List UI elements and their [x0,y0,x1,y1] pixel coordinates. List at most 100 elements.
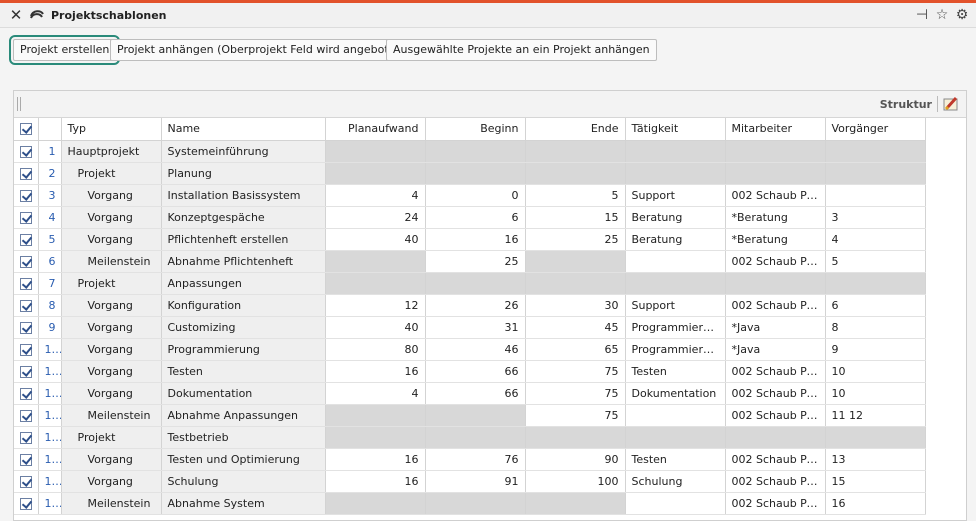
row-vorgaenger[interactable]: 3 [825,206,926,229]
row-select-checkbox[interactable] [14,492,39,515]
row-name[interactable]: Konzeptgespäche [161,206,326,229]
row-planaufwand[interactable] [325,250,426,273]
row-name[interactable]: Testen und Optimierung [161,448,326,471]
table-row[interactable]: 14 Projekt Testbetrieb [14,426,926,449]
attach-selected-projects-button[interactable]: Ausgewählte Projekte an ein Projekt anhä… [386,39,657,61]
row-select-checkbox[interactable] [14,382,39,405]
row-planaufwand[interactable]: 80 [325,338,426,361]
row-mitarbeiter[interactable]: 002 Schaub Peter [725,382,826,405]
row-mitarbeiter[interactable] [725,140,826,163]
table-row[interactable]: 11 Vorgang Testen 16 66 75 Testen 002 Schaub Pe… [14,360,926,383]
row-ende[interactable]: 5 [525,184,626,207]
row-beginn[interactable]: 25 [425,250,526,273]
table-row[interactable]: 16 Vorgang Schulung 16 91 100 Schulung 002 Scha… [14,470,926,493]
table-row[interactable]: 5 Vorgang Pflichtenheft erstellen 40 16 25 Ber… [14,228,926,251]
row-planaufwand[interactable]: 40 [325,316,426,339]
column-header-typ[interactable]: Typ [61,118,162,141]
row-mitarbeiter[interactable]: *Beratung [725,206,826,229]
table-row[interactable]: 1 Hauptprojekt Systemeinführung [14,140,926,163]
row-planaufwand[interactable]: 16 [325,360,426,383]
row-beginn[interactable] [425,272,526,295]
row-number-link[interactable]: 13 [38,404,62,427]
row-select-checkbox[interactable] [14,162,39,185]
row-select-checkbox[interactable] [14,250,39,273]
row-beginn[interactable]: 66 [425,382,526,405]
row-number-link[interactable]: 6 [38,250,62,273]
row-vorgaenger[interactable]: 13 [825,448,926,471]
row-name[interactable]: Konfiguration [161,294,326,317]
row-select-checkbox[interactable] [14,206,39,229]
row-name[interactable]: Testbetrieb [161,426,326,449]
row-vorgaenger[interactable]: 5 [825,250,926,273]
row-select-checkbox[interactable] [14,360,39,383]
row-select-checkbox[interactable] [14,228,39,251]
row-mitarbeiter[interactable]: 002 Schaub Peter [725,360,826,383]
table-row[interactable]: 6 Meilenstein Abnahme Pflichtenheft 25 002 S… [14,250,926,273]
row-planaufwand[interactable] [325,140,426,163]
row-planaufwand[interactable]: 12 [325,294,426,317]
row-name[interactable]: Dokumentation [161,382,326,405]
row-name[interactable]: Planung [161,162,326,185]
pin-icon[interactable]: ⊣ [914,7,930,23]
row-vorgaenger[interactable]: 11 12 [825,404,926,427]
attach-project-button[interactable]: Projekt anhängen (Oberprojekt Feld wird … [110,39,414,61]
row-name[interactable]: Abnahme Pflichtenheft [161,250,326,273]
table-row[interactable]: 8 Vorgang Konfiguration 12 26 30 Support 002 Sc… [14,294,926,317]
row-ende[interactable] [525,250,626,273]
row-ende[interactable] [525,492,626,515]
row-taetigkeit[interactable] [625,250,726,273]
row-taetigkeit[interactable] [625,140,726,163]
row-mitarbeiter[interactable]: *Beratung [725,228,826,251]
row-mitarbeiter[interactable] [725,426,826,449]
table-row[interactable]: 7 Projekt Anpassungen [14,272,926,295]
row-beginn[interactable]: 0 [425,184,526,207]
table-row[interactable]: 12 Vorgang Dokumentation 4 66 75 Dokumentation… [14,382,926,405]
row-beginn[interactable]: 76 [425,448,526,471]
column-header-mitarbeiter[interactable]: Mitarbeiter [725,118,826,141]
row-planaufwand[interactable] [325,404,426,427]
row-number-link[interactable]: 11 [38,360,62,383]
settings-gear-icon[interactable]: ⚙ [954,7,970,23]
row-select-checkbox[interactable] [14,338,39,361]
row-select-checkbox[interactable] [14,316,39,339]
table-row[interactable]: 3 Vorgang Installation Basissystem 4 0 5 Suppo… [14,184,926,207]
row-ende[interactable] [525,426,626,449]
row-number-link[interactable]: 9 [38,316,62,339]
row-number-link[interactable]: 15 [38,448,62,471]
row-taetigkeit[interactable]: Schulung [625,470,726,493]
row-mitarbeiter[interactable]: *Java [725,338,826,361]
row-name[interactable]: Programmierung [161,338,326,361]
row-beginn[interactable] [425,404,526,427]
row-name[interactable]: Schulung [161,470,326,493]
table-row[interactable]: 15 Vorgang Testen und Optimierung 16 76 90 Tes… [14,448,926,471]
row-vorgaenger[interactable] [825,162,926,185]
select-all-checkbox[interactable] [14,118,39,141]
row-mitarbeiter[interactable]: 002 Schaub Peter [725,448,826,471]
row-beginn[interactable]: 46 [425,338,526,361]
table-row[interactable]: 2 Projekt Planung [14,162,926,185]
row-select-checkbox[interactable] [14,140,39,163]
row-taetigkeit[interactable]: Support [625,294,726,317]
row-ende[interactable]: 65 [525,338,626,361]
table-row[interactable]: 10 Vorgang Programmierung 80 46 65 Programmier… [14,338,926,361]
column-header-vorgaenger[interactable]: Vorgänger [825,118,926,141]
row-name[interactable]: Installation Basissystem [161,184,326,207]
create-project-button[interactable]: Projekt erstellen [8,35,121,65]
column-header-name[interactable]: Name [161,118,326,141]
row-taetigkeit[interactable] [625,426,726,449]
row-name[interactable]: Testen [161,360,326,383]
row-mitarbeiter[interactable] [725,272,826,295]
row-taetigkeit[interactable]: Dokumentation [625,382,726,405]
row-number-link[interactable]: 7 [38,272,62,295]
row-mitarbeiter[interactable]: 002 Schaub Peter [725,404,826,427]
row-beginn[interactable] [425,162,526,185]
column-header-taetigkeit[interactable]: Tätigkeit [625,118,726,141]
row-ende[interactable]: 30 [525,294,626,317]
row-taetigkeit[interactable]: Testen [625,448,726,471]
row-beginn[interactable]: 91 [425,470,526,493]
table-row[interactable]: 9 Vorgang Customizing 40 31 45 Programmierun..… [14,316,926,339]
row-mitarbeiter[interactable]: 002 Schaub Peter [725,250,826,273]
row-number-link[interactable]: 14 [38,426,62,449]
row-planaufwand[interactable]: 4 [325,382,426,405]
column-header-beginn[interactable]: Beginn [425,118,526,141]
